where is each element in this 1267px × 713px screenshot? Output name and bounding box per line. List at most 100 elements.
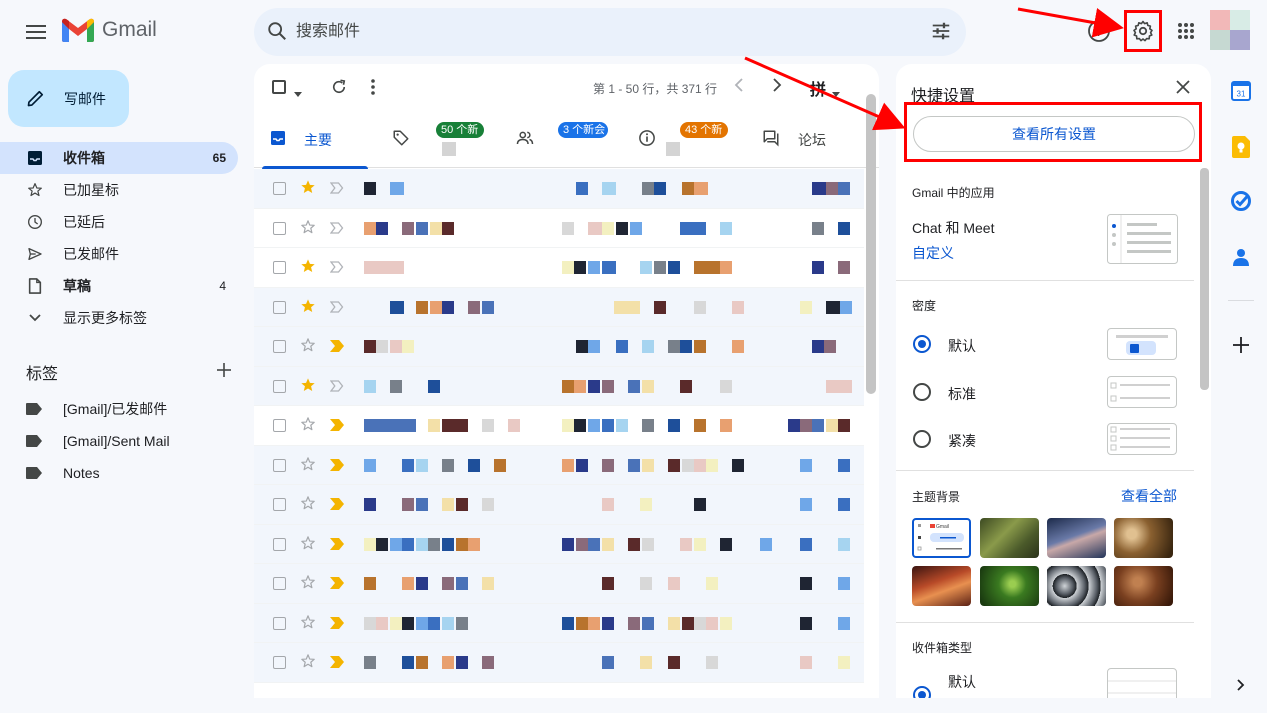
table-row[interactable]: [254, 445, 864, 485]
density-standard-radio[interactable]: [913, 383, 931, 401]
row-checkbox[interactable]: [273, 537, 286, 551]
search-input[interactable]: [296, 20, 896, 44]
row-checkbox[interactable]: [273, 300, 286, 314]
theme-autumn-thumb[interactable]: [1114, 566, 1173, 606]
star-outline-icon[interactable]: [300, 535, 316, 554]
sidebar-item-sent[interactable]: 已发邮件: [0, 238, 238, 270]
inbox-type-default-radio[interactable]: [913, 686, 931, 698]
label-item-gmail-sent-mail[interactable]: [Gmail]/Sent Mail: [0, 425, 238, 457]
get-addons-button[interactable]: [1226, 330, 1256, 360]
table-row[interactable]: [254, 406, 864, 446]
important-marker-icon[interactable]: [330, 616, 344, 634]
table-row[interactable]: [254, 564, 864, 604]
see-all-settings-button[interactable]: 查看所有设置: [913, 116, 1195, 152]
row-checkbox[interactable]: [273, 379, 286, 393]
add-label-button[interactable]: [217, 362, 231, 382]
select-menu-caret-icon[interactable]: [294, 84, 302, 102]
label-item-notes[interactable]: Notes: [0, 457, 238, 489]
important-marker-icon[interactable]: [330, 537, 344, 555]
input-method-button[interactable]: 拼: [810, 76, 826, 100]
settings-button[interactable]: [1124, 10, 1162, 52]
star-outline-icon[interactable]: [300, 337, 316, 356]
row-checkbox[interactable]: [273, 261, 286, 274]
star-outline-icon[interactable]: [300, 219, 316, 238]
main-menu-button[interactable]: [20, 16, 52, 48]
star-outline-icon[interactable]: [300, 574, 316, 593]
table-row[interactable]: [254, 327, 864, 367]
account-avatar[interactable]: [1210, 10, 1250, 50]
quick-settings-scrollbar[interactable]: [1200, 168, 1209, 390]
more-vert-icon[interactable]: [370, 78, 376, 101]
sidebar-item-drafts[interactable]: 草稿 4: [0, 270, 238, 302]
important-outline-icon[interactable]: [329, 221, 344, 239]
keep-app-button[interactable]: [1226, 132, 1256, 162]
tab-promotions[interactable]: 50 个新: [376, 112, 496, 168]
theme-default-thumb[interactable]: Gmail: [912, 518, 971, 558]
table-row[interactable]: [254, 485, 864, 525]
row-checkbox[interactable]: [273, 419, 286, 432]
close-icon[interactable]: [1176, 80, 1190, 99]
theme-wood-thumb[interactable]: [1114, 518, 1173, 558]
sidebar-item-inbox[interactable]: 收件箱 65: [0, 142, 238, 174]
star-outline-icon[interactable]: [300, 495, 316, 514]
important-marker-icon[interactable]: [330, 576, 344, 594]
important-marker-icon[interactable]: [330, 497, 344, 515]
important-marker-icon[interactable]: [330, 458, 344, 476]
important-marker-icon[interactable]: [330, 418, 344, 436]
density-compact-radio[interactable]: [913, 430, 931, 448]
star-filled-icon[interactable]: [300, 298, 316, 317]
important-marker-icon[interactable]: [330, 655, 344, 673]
list-scrollbar[interactable]: [866, 94, 876, 394]
help-button[interactable]: ?: [1084, 16, 1114, 46]
star-filled-icon[interactable]: [300, 179, 316, 198]
customize-link[interactable]: 自定义: [912, 243, 954, 263]
important-marker-icon[interactable]: [330, 339, 344, 357]
table-row[interactable]: [254, 169, 864, 209]
row-checkbox[interactable]: [273, 616, 286, 630]
row-checkbox[interactable]: [273, 656, 286, 669]
tab-forums[interactable]: 论坛: [746, 112, 866, 168]
row-checkbox[interactable]: [273, 458, 286, 472]
table-row[interactable]: [254, 603, 864, 643]
table-row[interactable]: [254, 287, 864, 327]
table-row[interactable]: [254, 524, 864, 564]
star-filled-icon[interactable]: [300, 258, 316, 277]
show-side-panel-button[interactable]: [1226, 670, 1256, 700]
important-outline-icon[interactable]: [329, 181, 344, 199]
table-row[interactable]: [254, 643, 864, 683]
tab-updates[interactable]: 43 个新: [622, 112, 742, 168]
star-outline-icon[interactable]: [300, 653, 316, 672]
theme-canyon-thumb[interactable]: [912, 566, 971, 606]
compose-button[interactable]: 写邮件: [8, 70, 129, 127]
chevron-left-icon[interactable]: [734, 78, 744, 97]
row-checkbox[interactable]: [273, 577, 286, 590]
star-outline-icon[interactable]: [300, 456, 316, 475]
tab-social[interactable]: 3 个新会: [500, 112, 620, 168]
important-outline-icon[interactable]: [329, 379, 344, 397]
label-item-gmail-sent-cn[interactable]: [Gmail]/已发邮件: [0, 393, 238, 425]
refresh-icon[interactable]: [330, 78, 348, 101]
gmail-logo[interactable]: Gmail: [62, 18, 157, 42]
star-outline-icon[interactable]: [300, 416, 316, 435]
theme-pipes-thumb[interactable]: [1047, 566, 1106, 606]
search-icon[interactable]: [266, 20, 288, 47]
contacts-app-button[interactable]: [1226, 242, 1256, 272]
star-filled-icon[interactable]: [300, 377, 316, 396]
sidebar-item-starred[interactable]: 已加星标: [0, 174, 238, 206]
table-row[interactable]: [254, 366, 864, 406]
input-method-caret-icon[interactable]: [832, 84, 840, 102]
row-checkbox[interactable]: [273, 182, 286, 195]
sidebar-item-snoozed[interactable]: 已延后: [0, 206, 238, 238]
density-default-radio[interactable]: [913, 335, 931, 353]
calendar-app-button[interactable]: 31: [1226, 76, 1256, 106]
important-outline-icon[interactable]: [329, 260, 344, 278]
select-all-checkbox[interactable]: [272, 80, 286, 94]
row-checkbox[interactable]: [273, 498, 286, 511]
tasks-app-button[interactable]: [1226, 186, 1256, 216]
theme-forest-thumb[interactable]: [980, 518, 1039, 558]
sidebar-item-more[interactable]: 显示更多标签: [0, 302, 238, 334]
table-row[interactable]: [254, 248, 864, 288]
theme-see-all-link[interactable]: 查看全部: [1121, 486, 1177, 506]
star-outline-icon[interactable]: [300, 614, 316, 633]
theme-leaf-thumb[interactable]: [980, 566, 1039, 606]
